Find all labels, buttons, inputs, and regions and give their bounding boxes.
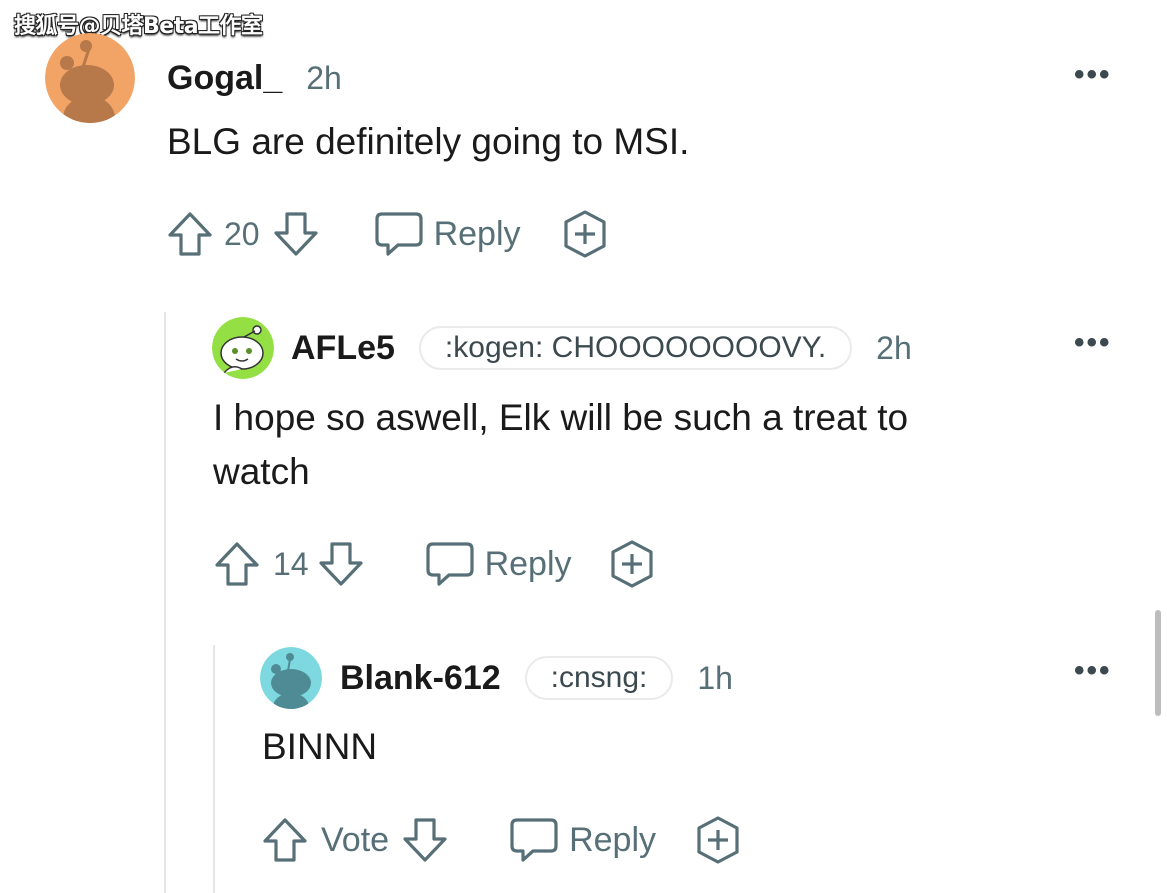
comment-body: BINNN	[262, 726, 378, 767]
avatar[interactable]	[45, 33, 135, 123]
comment-actions: Vote Reply	[261, 812, 742, 868]
reply-button[interactable]: Reply	[509, 816, 656, 864]
vote-count: 14	[273, 545, 309, 582]
award-icon[interactable]	[561, 209, 609, 259]
comment-body-line-2: watch	[213, 451, 310, 492]
comment-bubble-icon	[509, 816, 559, 864]
upvote-icon[interactable]	[261, 815, 309, 865]
avatar[interactable]	[212, 317, 274, 379]
username[interactable]: Gogal_	[167, 59, 282, 98]
vote-count: 20	[224, 215, 260, 252]
scrollbar[interactable]	[1155, 610, 1161, 716]
downvote-icon[interactable]	[317, 539, 365, 589]
reply-button[interactable]: Reply	[425, 540, 572, 588]
upvote-icon[interactable]	[166, 209, 214, 259]
comment-body-line-1: I hope so aswell, Elk will be such a tre…	[213, 397, 909, 438]
downvote-icon[interactable]	[272, 209, 320, 259]
comment-actions: 14 Reply	[213, 536, 656, 592]
comment-meta: Gogal_ 2h	[167, 56, 342, 100]
timestamp: 2h	[876, 329, 912, 366]
username[interactable]: AFLe5	[291, 329, 395, 368]
username[interactable]: Blank-612	[340, 659, 501, 698]
comment-meta: Blank-612 :cnsng: 1h	[340, 650, 733, 706]
award-icon[interactable]	[694, 815, 742, 865]
comment-bubble-icon	[425, 540, 475, 588]
timestamp: 1h	[697, 659, 733, 696]
downvote-icon[interactable]	[401, 815, 449, 865]
comment-actions: 20 Reply	[166, 206, 609, 262]
more-options-icon[interactable]: •••	[1074, 326, 1112, 360]
reply-label: Reply	[569, 820, 657, 859]
reply-label: Reply	[433, 214, 521, 253]
avatar[interactable]	[260, 647, 322, 709]
reply-label: Reply	[484, 544, 572, 583]
more-options-icon[interactable]: •••	[1074, 654, 1112, 688]
award-icon[interactable]	[608, 539, 656, 589]
thread-line-level-1[interactable]	[164, 312, 166, 893]
reply-button[interactable]: Reply	[374, 210, 521, 258]
more-options-icon[interactable]: •••	[1074, 58, 1112, 92]
comment-meta: AFLe5 :kogen: CHOOOOOOOOVY. 2h	[291, 320, 912, 376]
user-flair: :cnsng:	[524, 656, 674, 700]
comment-bubble-icon	[374, 210, 424, 258]
timestamp: 2h	[306, 59, 342, 96]
watermark: 搜狐号@贝塔Beta工作室	[14, 14, 263, 39]
user-flair: :kogen: CHOOOOOOOOVY.	[418, 326, 853, 370]
thread-line-level-2[interactable]	[213, 645, 215, 893]
upvote-icon[interactable]	[213, 539, 261, 589]
vote-label: Vote	[321, 820, 390, 859]
comment-body: BLG are definitely going to MSI.	[167, 121, 690, 162]
